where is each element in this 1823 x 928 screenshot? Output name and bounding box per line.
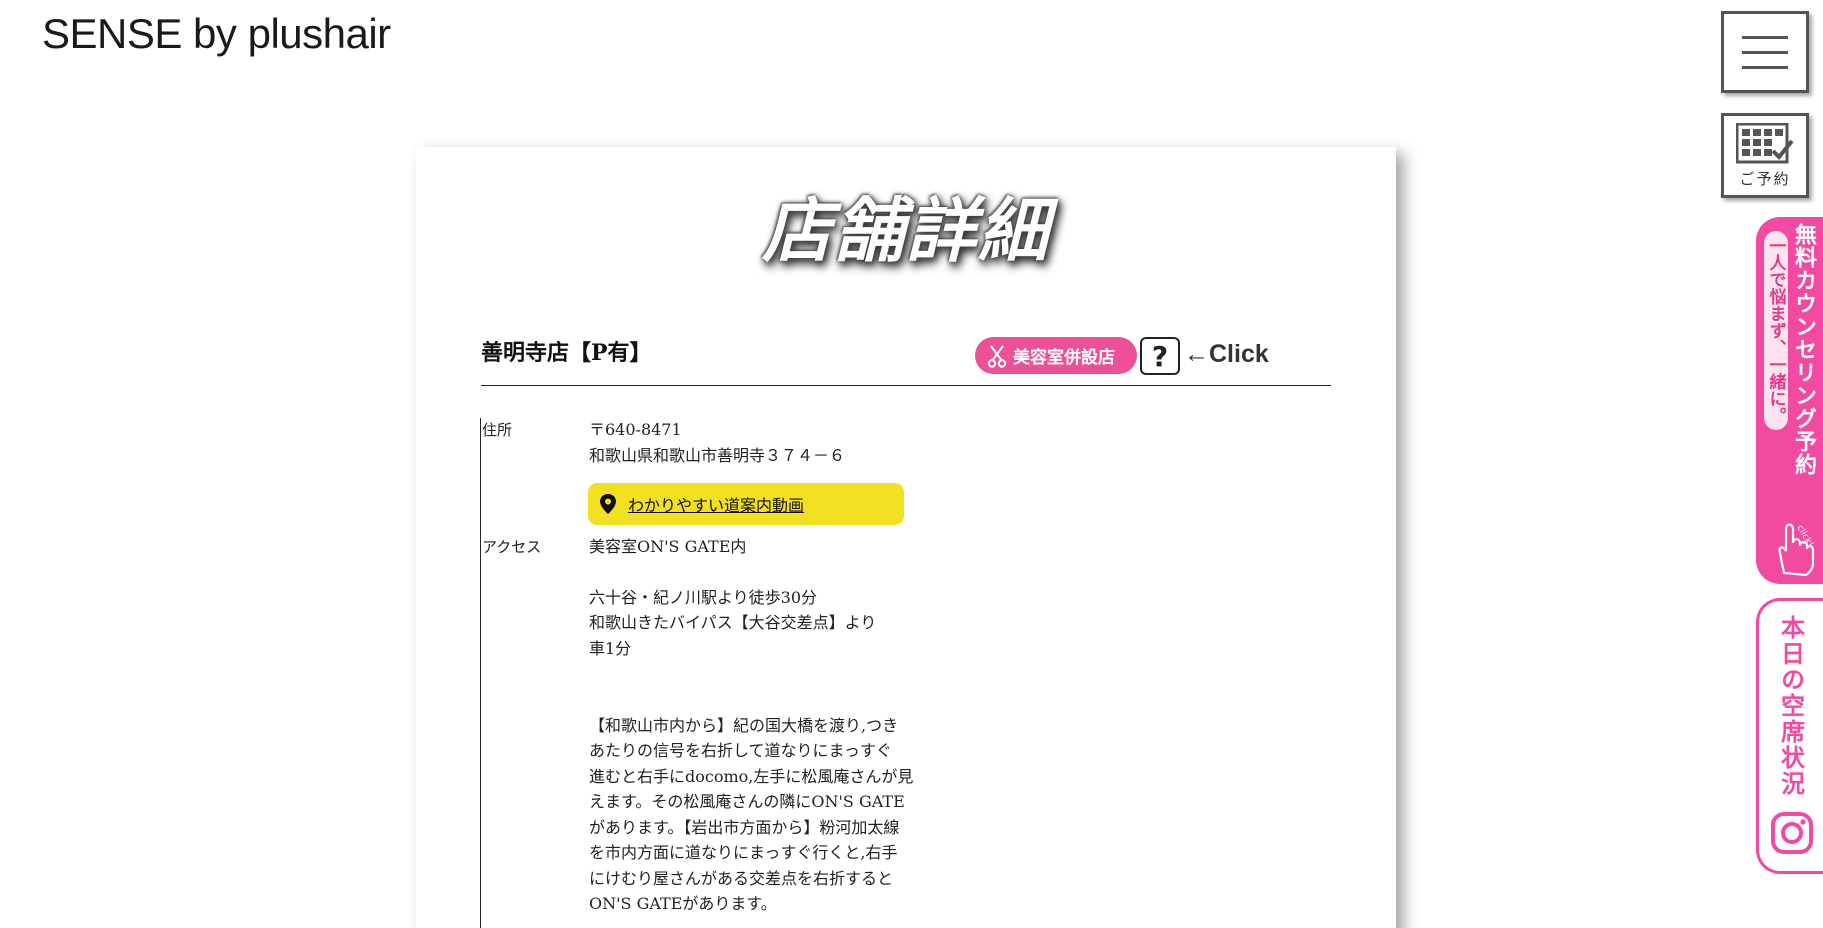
- menu-line: [1742, 50, 1788, 54]
- store-detail-card: 店舗詳細 善明寺店【P有】 美容室併設店 ? ←Click 住所 〒640-84…: [416, 147, 1396, 928]
- access-label: アクセス: [482, 538, 542, 556]
- counseling-subtext: 一人で悩まず、一緒に。: [1764, 231, 1788, 430]
- postal-code: 〒640-8471: [589, 420, 682, 439]
- salon-attached-badge: 美容室併設店: [975, 337, 1137, 374]
- info-divider-vertical: [480, 418, 481, 928]
- access-line: 進むと右手にdocomo,左手に松風庵さんが見: [589, 767, 914, 786]
- counseling-title: 無料カウンセリング予約: [1791, 223, 1816, 476]
- vacancy-label: 本日の空席状況: [1776, 615, 1805, 797]
- access-line: えます。その松風庵さんの隣にON'S GATE: [589, 792, 905, 811]
- reservation-label: ご予約: [1739, 169, 1791, 188]
- counseling-click-text: click!: [1794, 524, 1815, 550]
- scissors-icon: [987, 344, 1007, 368]
- route-video-button[interactable]: わかりやすい道案内動画: [588, 483, 904, 525]
- instagram-icon[interactable]: [1770, 811, 1814, 855]
- site-logo[interactable]: SENSE by plushair: [42, 10, 391, 58]
- map-pin-icon: [600, 494, 616, 514]
- address-label: 住所: [482, 421, 513, 439]
- route-video-link[interactable]: わかりやすい道案内動画: [628, 492, 804, 516]
- reservation-button[interactable]: ご予約: [1721, 113, 1809, 198]
- access-line: 和歌山きたバイパス【大谷交差点】より: [589, 613, 877, 632]
- access-line: あたりの信号を右折して道なりにまっすぐ: [589, 741, 892, 760]
- divider: [481, 385, 1331, 386]
- click-hint: ←Click: [1184, 340, 1269, 368]
- access-line: 六十谷・紀ノ川駅より徒歩30分: [589, 588, 818, 607]
- calendar-check-icon: [1736, 122, 1794, 163]
- menu-line: [1742, 65, 1788, 69]
- address-text: 和歌山県和歌山市善明寺３７４－６: [589, 446, 846, 465]
- access-line: があります。【岩出市方面から】粉河加太線: [589, 818, 900, 837]
- access-line: ON'S GATEがあります。: [589, 894, 777, 913]
- page-title: 店舗詳細: [762, 189, 1050, 272]
- free-counseling-tab[interactable]: 一人で悩まず、一緒に。 無料カウンセリング予約 click!: [1756, 217, 1823, 584]
- menu-line: [1742, 35, 1788, 39]
- access-line: にけむり屋さんがある交差点を右折すると: [589, 869, 894, 888]
- help-question-button[interactable]: ?: [1140, 337, 1180, 375]
- store-name: 善明寺店【P有】: [481, 340, 652, 366]
- access-line: 美容室ON'S GATE内: [589, 537, 747, 556]
- hamburger-menu-button[interactable]: [1721, 11, 1809, 93]
- access-line: 車1分: [589, 639, 632, 658]
- access-line: 【和歌山市内から】紀の国大橋を渡り,つき: [589, 716, 899, 735]
- pointing-hand-icon: click!: [1778, 523, 1815, 577]
- access-line: を市内方面に道なりにまっすぐ行くと,右手: [589, 843, 898, 862]
- salon-badge-label: 美容室併設店: [1013, 348, 1115, 368]
- today-vacancy-tab[interactable]: 本日の空席状況: [1756, 598, 1823, 874]
